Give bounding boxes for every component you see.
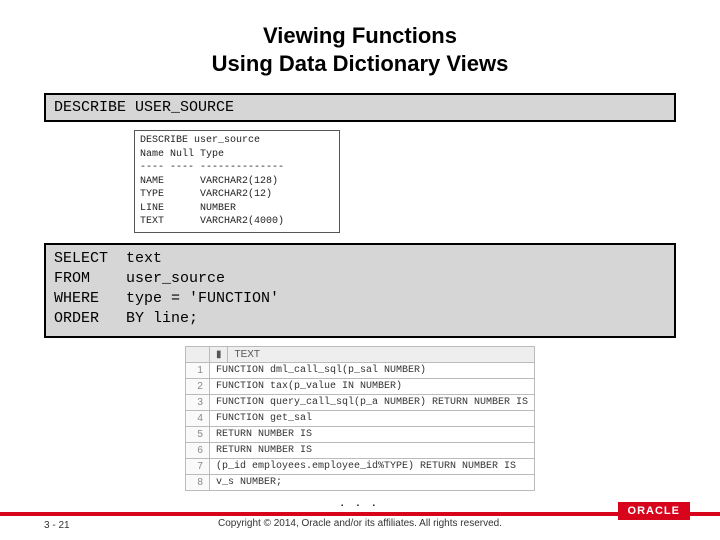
table-row: 1FUNCTION dml_call_sql(p_sal NUMBER) <box>185 362 534 378</box>
table-row: 5 RETURN NUMBER IS <box>185 426 534 442</box>
row-number: 7 <box>185 458 209 474</box>
row-text-cell: FUNCTION dml_call_sql(p_sal NUMBER) <box>209 362 534 378</box>
header-selector: ▮ <box>209 346 228 362</box>
query-result-table: ▮ TEXT 1FUNCTION dml_call_sql(p_sal NUMB… <box>185 346 535 491</box>
row-number: 1 <box>185 362 209 378</box>
header-text-column: TEXT <box>228 346 535 362</box>
table-row: 3FUNCTION query_call_sql(p_a NUMBER) RET… <box>185 394 534 410</box>
table-row: 7 (p_id employees.employee_id%TYPE) RETU… <box>185 458 534 474</box>
row-number: 4 <box>185 410 209 426</box>
row-text-cell: v_s NUMBER; <box>209 474 534 490</box>
table-header-row: ▮ TEXT <box>185 346 534 362</box>
row-number: 3 <box>185 394 209 410</box>
title-line-1: Viewing Functions <box>263 23 457 48</box>
row-text-cell: FUNCTION get_sal <box>209 410 534 426</box>
table-row: 6 RETURN NUMBER IS <box>185 442 534 458</box>
slide-title: Viewing Functions Using Data Dictionary … <box>0 0 720 87</box>
row-text-cell: (p_id employees.employee_id%TYPE) RETURN… <box>209 458 534 474</box>
code-block-select: SELECT text FROM user_source WHERE type … <box>44 243 676 338</box>
row-number: 2 <box>185 378 209 394</box>
row-text-cell: RETURN NUMBER IS <box>209 442 534 458</box>
row-number: 8 <box>185 474 209 490</box>
row-number: 6 <box>185 442 209 458</box>
row-text-cell: FUNCTION query_call_sql(p_a NUMBER) RETU… <box>209 394 534 410</box>
title-line-2: Using Data Dictionary Views <box>212 51 509 76</box>
ellipsis-indicator: . . . <box>0 493 720 509</box>
table-row: 4FUNCTION get_sal <box>185 410 534 426</box>
copyright-text: Copyright © 2014, Oracle and/or its affi… <box>0 518 720 529</box>
footer: 3 - 21 Copyright © 2014, Oracle and/or i… <box>0 516 720 540</box>
table-row: 2FUNCTION tax(p_value IN NUMBER) <box>185 378 534 394</box>
header-rownum <box>185 346 209 362</box>
table-row: 8 v_s NUMBER; <box>185 474 534 490</box>
row-text-cell: RETURN NUMBER IS <box>209 426 534 442</box>
describe-output-box: DESCRIBE user_source Name Null Type ----… <box>134 130 340 233</box>
row-text-cell: FUNCTION tax(p_value IN NUMBER) <box>209 378 534 394</box>
code-block-describe: DESCRIBE USER_SOURCE <box>44 93 676 122</box>
row-number: 5 <box>185 426 209 442</box>
